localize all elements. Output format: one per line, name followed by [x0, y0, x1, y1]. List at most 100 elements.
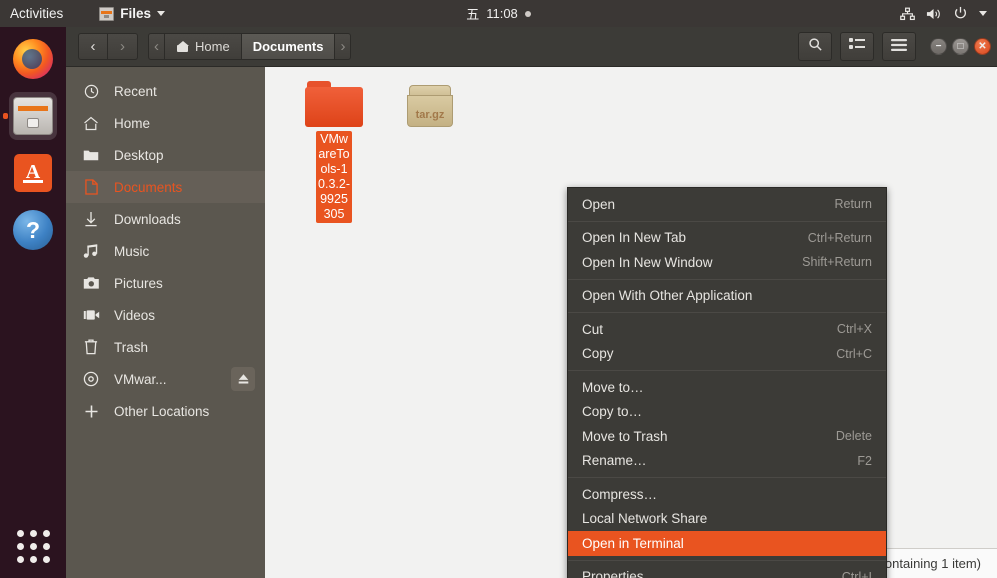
file-list-view[interactable]: VMwareTools-10.3.2-9925305 tar.gz Open Re… — [265, 67, 997, 578]
eject-button[interactable] — [231, 367, 255, 391]
dock-item-help[interactable]: ? — [9, 206, 57, 254]
window-controls: − □ ✕ — [930, 38, 991, 55]
sidebar-item-desktop[interactable]: Desktop — [66, 139, 265, 171]
activities-button[interactable]: Activities — [10, 6, 63, 21]
sidebar-item-home[interactable]: Home — [66, 107, 265, 139]
sidebar-item-label: Home — [114, 115, 151, 131]
dock-item-firefox[interactable] — [9, 35, 57, 83]
list-view-icon — [849, 37, 865, 56]
menu-item-properties[interactable]: Properties Ctrl+I — [568, 565, 886, 578]
app-menu-button[interactable]: Files — [99, 6, 166, 21]
sidebar-item-label: Documents — [114, 179, 183, 195]
file-item-vmwaretools[interactable]: VMwareTools-10.3.2-9925305 — [289, 81, 379, 223]
notification-dot-icon — [524, 10, 531, 17]
sidebar-item-recent[interactable]: Recent — [66, 75, 265, 107]
menu-item-cut[interactable]: Cut Ctrl+X — [568, 317, 886, 342]
menu-item-open[interactable]: Open Return — [568, 192, 886, 217]
menu-item-label: Move to… — [582, 379, 644, 395]
help-icon: ? — [13, 210, 53, 250]
clock-icon — [82, 84, 100, 99]
sidebar-item-label: Music — [114, 243, 150, 259]
search-button[interactable] — [798, 32, 832, 61]
trash-icon — [82, 339, 100, 355]
sidebar-item-label: Recent — [114, 83, 157, 99]
menu-item-open-in-new-tab[interactable]: Open In New Tab Ctrl+Return — [568, 226, 886, 251]
back-button[interactable]: ‹ — [78, 33, 108, 60]
places-sidebar: Recent Home Desktop Documents Downloads … — [66, 67, 265, 578]
view-options-button[interactable] — [840, 32, 874, 61]
firefox-icon — [13, 39, 53, 79]
maximize-icon: □ — [957, 40, 964, 52]
chevron-right-icon: › — [340, 38, 346, 55]
breadcrumb-item-documents[interactable]: Documents — [241, 33, 336, 60]
main-menu-button[interactable] — [882, 32, 916, 61]
menu-item-label: Copy to… — [582, 404, 643, 420]
power-icon[interactable] — [953, 6, 968, 21]
menu-item-copy[interactable]: Copy Ctrl+C — [568, 342, 886, 367]
menu-item-accelerator: Delete — [835, 429, 872, 444]
sidebar-item-documents[interactable]: Documents — [66, 171, 265, 203]
show-applications-button[interactable] — [9, 522, 57, 570]
chevron-left-icon: ‹ — [154, 38, 159, 55]
desktop-folder-icon — [82, 148, 100, 162]
breadcrumb-item-home[interactable]: Home — [165, 33, 242, 60]
video-camera-icon — [82, 309, 100, 321]
sidebar-item-music[interactable]: Music — [66, 235, 265, 267]
breadcrumb-label: Documents — [252, 39, 324, 54]
context-menu[interactable]: Open Return Open In New Tab Ctrl+Return Open… — [567, 187, 887, 578]
menu-item-open-in-terminal[interactable]: Open in Terminal — [568, 531, 886, 556]
menu-item-accelerator: Ctrl+Return — [807, 230, 872, 245]
sidebar-item-videos[interactable]: Videos — [66, 299, 265, 331]
maximize-button[interactable]: □ — [952, 38, 969, 55]
menu-item-accelerator: Ctrl+C — [836, 346, 872, 361]
menu-item-move-to[interactable]: Move to… — [568, 375, 886, 400]
document-icon — [82, 179, 100, 195]
launcher-dock: ? — [0, 27, 66, 578]
breadcrumb: ‹ Home Documents › — [148, 33, 352, 60]
menu-item-label: Cut — [582, 321, 604, 337]
menu-item-local-network-share[interactable]: Local Network Share — [568, 507, 886, 532]
breadcrumb-label: Home — [195, 39, 230, 54]
dock-item-files[interactable] — [3, 92, 57, 140]
menu-item-accelerator: Shift+Return — [802, 255, 872, 270]
sidebar-item-label: Downloads — [114, 211, 181, 227]
hamburger-menu-icon — [891, 38, 907, 56]
dock-item-ubuntu-software[interactable] — [9, 149, 57, 197]
menu-item-open-with-other-application[interactable]: Open With Other Application — [568, 284, 886, 309]
sidebar-item-other-locations[interactable]: Other Locations — [66, 395, 265, 427]
plus-icon — [82, 404, 100, 419]
network-icon[interactable] — [900, 7, 915, 21]
disc-icon — [82, 371, 100, 387]
sidebar-item-label: Videos — [114, 307, 156, 323]
chevron-down-icon[interactable] — [979, 11, 987, 16]
close-button[interactable]: ✕ — [974, 38, 991, 55]
menu-separator — [568, 559, 886, 561]
files-window: ‹ › ‹ Home Documents › − □ ✕ Recent Home… — [66, 27, 997, 578]
system-tray[interactable] — [900, 6, 987, 21]
menu-item-label: Properties — [582, 569, 644, 578]
window-header-bar: ‹ › ‹ Home Documents › − □ ✕ — [66, 27, 997, 67]
menu-item-move-to-trash[interactable]: Move to Trash Delete — [568, 424, 886, 449]
menu-item-compress[interactable]: Compress… — [568, 482, 886, 507]
sidebar-item-pictures[interactable]: Pictures — [66, 267, 265, 299]
menu-separator — [568, 278, 886, 280]
menu-item-copy-to[interactable]: Copy to… — [568, 400, 886, 425]
minimize-icon: − — [935, 40, 942, 52]
sidebar-item-downloads[interactable]: Downloads — [66, 203, 265, 235]
menu-item-rename[interactable]: Rename… F2 — [568, 449, 886, 474]
file-item-archive[interactable]: tar.gz — [385, 83, 475, 131]
breadcrumb-scroll-right[interactable]: › — [335, 33, 352, 60]
forward-button[interactable]: › — [108, 33, 138, 60]
volume-icon[interactable] — [926, 7, 942, 21]
menu-item-label: Move to Trash — [582, 428, 668, 444]
minimize-button[interactable]: − — [930, 38, 947, 55]
menu-item-label: Compress… — [582, 486, 658, 502]
files-app-icon — [99, 6, 115, 21]
sidebar-item-vmware[interactable]: VMwar... — [66, 363, 265, 395]
sidebar-item-trash[interactable]: Trash — [66, 331, 265, 363]
breadcrumb-scroll-left[interactable]: ‹ — [148, 33, 165, 60]
files-icon — [13, 97, 53, 135]
menu-item-open-in-new-window[interactable]: Open In New Window Shift+Return — [568, 250, 886, 275]
archive-icon: tar.gz — [407, 83, 453, 127]
clock-time: 11:08 — [486, 6, 518, 21]
